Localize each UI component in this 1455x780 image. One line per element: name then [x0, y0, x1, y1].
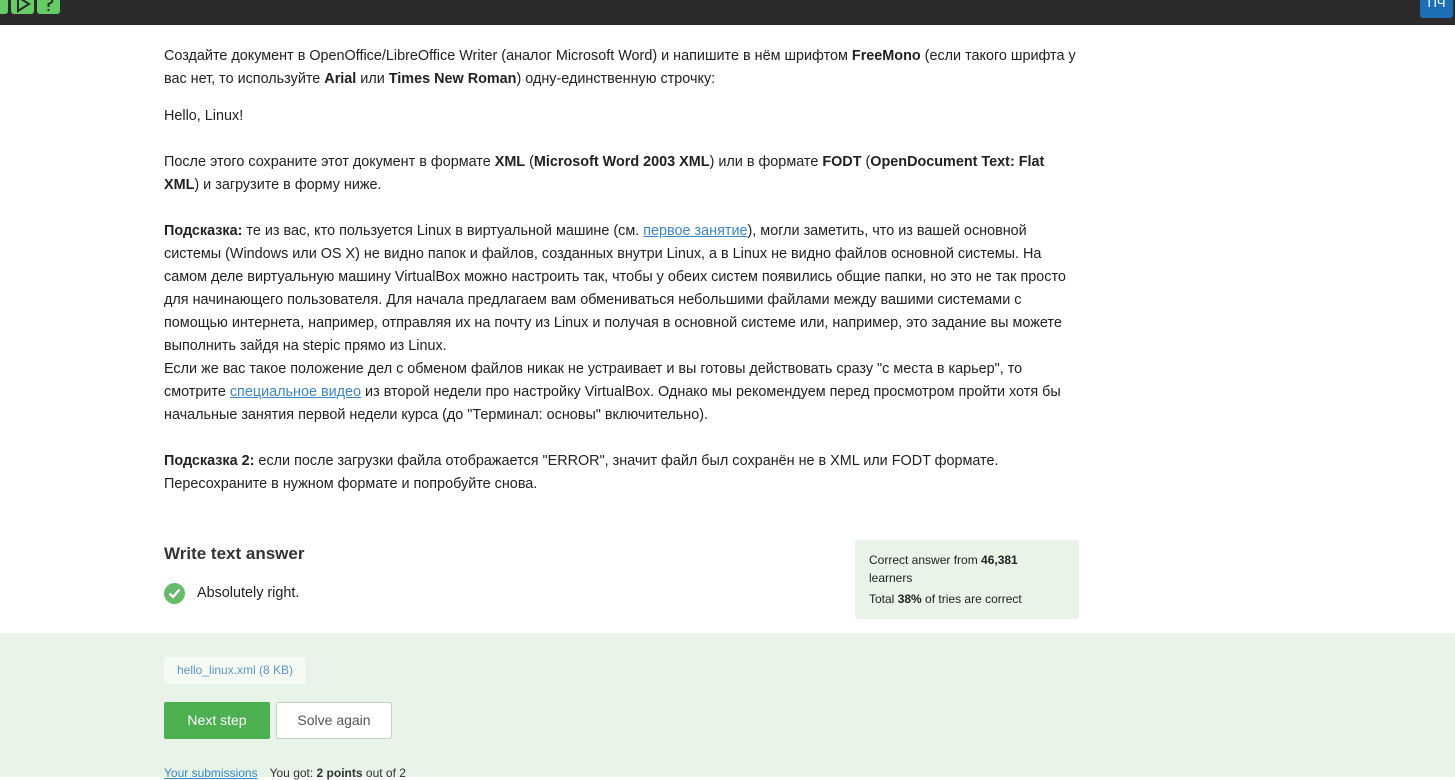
user-avatar[interactable]: ПЧ — [1420, 0, 1453, 18]
hello-line: Hello, Linux! — [164, 108, 244, 124]
save-instructions: После этого сохраните этот документ в фо… — [164, 154, 1045, 193]
help-icon[interactable] — [37, 0, 60, 14]
special-video-link[interactable]: специальное видео — [230, 384, 361, 400]
submissions-line: Your submissions You got: 2 points out of… — [164, 766, 406, 780]
top-navbar: ПЧ — [0, 0, 1455, 25]
hint-video-paragraph: Если же вас такое положение дел с обмено… — [164, 361, 1061, 423]
collapse-icon[interactable] — [0, 0, 8, 14]
play-icon[interactable] — [11, 0, 34, 14]
answer-status: Absolutely right. — [164, 582, 299, 604]
step-text: Создайте документ в OpenOffice/LibreOffi… — [164, 45, 1079, 496]
next-step-button[interactable]: Next step — [164, 702, 270, 739]
your-submissions-link[interactable]: Your submissions — [164, 766, 258, 780]
task-paragraph: Создайте документ в OpenOffice/LibreOffi… — [164, 48, 1076, 87]
answer-title: Write text answer — [164, 544, 305, 563]
hint-paragraph: Подсказка: те из вас, кто пользуется Lin… — [164, 223, 1066, 354]
status-text: Absolutely right. — [197, 585, 300, 601]
uploaded-file-chip[interactable]: hello_linux.xml (8 KB) — [164, 657, 307, 684]
first-lesson-link[interactable]: первое занятие — [643, 223, 747, 239]
learners-stat: Correct answer from 46,381 learners — [869, 553, 1018, 585]
stats-panel: Correct answer from 46,381 learners Total… — [855, 540, 1079, 619]
check-icon — [164, 582, 185, 604]
hint-2-paragraph: Подсказка 2: если после загрузки файла о… — [164, 453, 999, 492]
solve-again-button[interactable]: Solve again — [276, 702, 392, 739]
tries-stat: Total 38% of tries are correct — [869, 592, 1022, 606]
